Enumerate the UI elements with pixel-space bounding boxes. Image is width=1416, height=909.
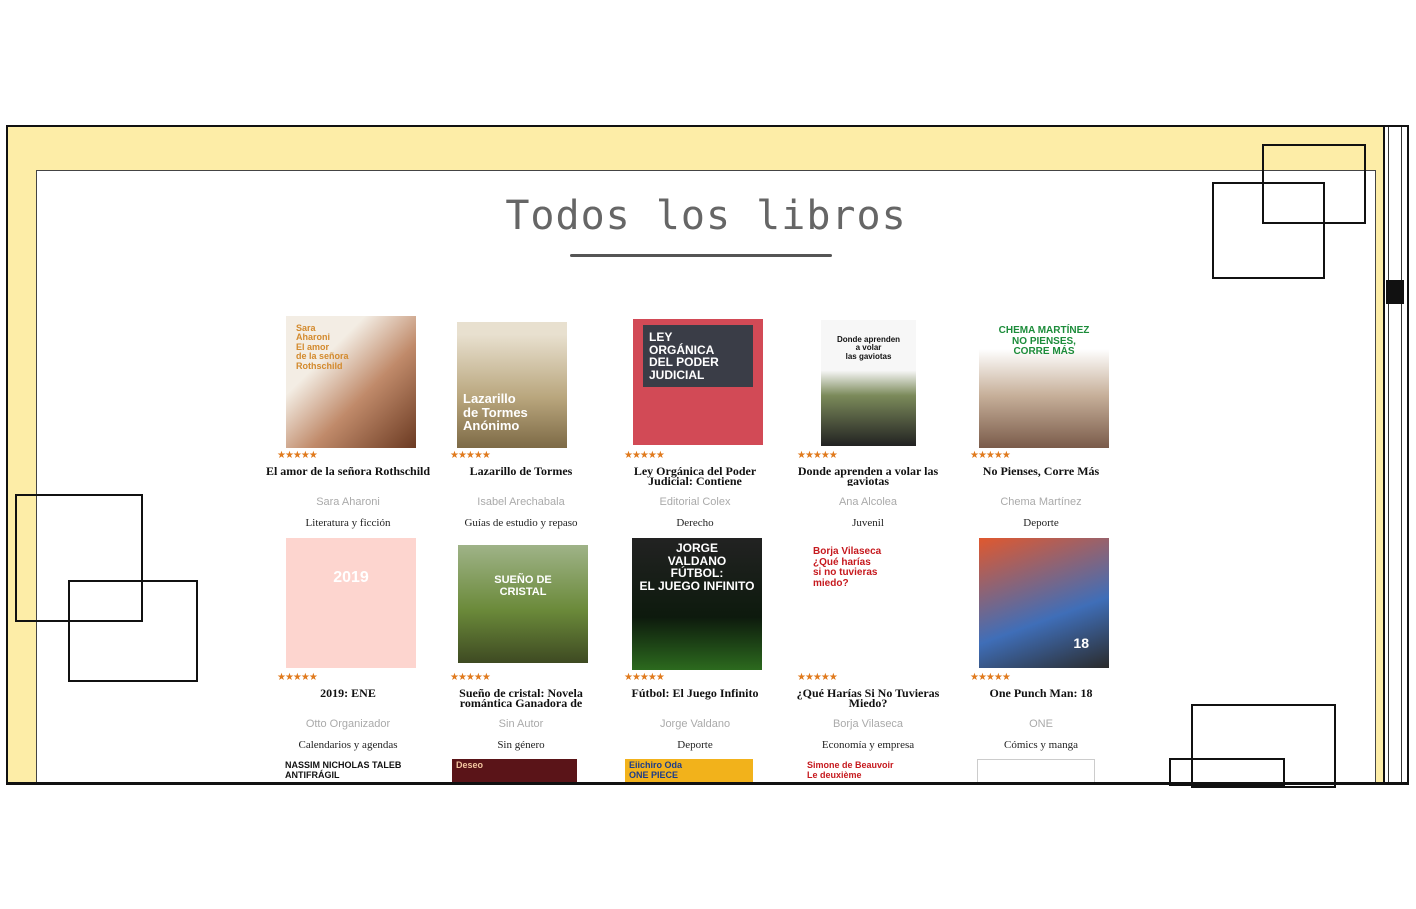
book-genre: Cómics y manga — [1004, 739, 1078, 751]
book-title[interactable]: Donde aprenden a volar las gaviotas — [785, 466, 951, 486]
rating-stars: ★★★★★ — [450, 450, 491, 461]
book-title[interactable]: El amor de la señora Rothschild — [265, 466, 431, 486]
book-title[interactable]: Sueño de cristal: Novela romántica Ganad… — [438, 688, 604, 708]
book-genre: Guías de estudio y repaso — [464, 517, 578, 529]
cover-text: Donde aprenden a volar las gaviotas — [836, 335, 901, 361]
book-author: Sara Aharoni — [316, 496, 380, 508]
book-genre: Literatura y ficción — [305, 517, 391, 529]
cover-text: 2019 — [333, 569, 369, 586]
book-title[interactable]: Ley Orgánica del Poder Judicial: Contien… — [612, 466, 778, 486]
book-author: Editorial Colex — [659, 496, 731, 508]
book-cover[interactable]: SUEÑO DE CRISTAL — [458, 545, 588, 663]
book-author: Borja Vilaseca — [832, 718, 904, 730]
book-title[interactable]: Lazarillo de Tormes — [438, 466, 604, 486]
book-card[interactable]: 2019 ★★★★★ 2019: ENE Otto Organizador Calend… — [265, 538, 431, 758]
book-cover-partial[interactable] — [977, 759, 1095, 782]
rating-stars: ★★★★★ — [970, 450, 1011, 461]
rating-stars: ★★★★★ — [797, 450, 838, 461]
cover-text: Sara Aharoni El amor de la señora Rothsc… — [296, 323, 349, 371]
book-genre: Calendarios y agendas — [298, 739, 398, 751]
book-card[interactable]: LEY ORGÁNICA DEL PODER JUDICIAL ★★★★★ Ley … — [612, 316, 778, 536]
cover-text: CHEMA MARTÍNEZ NO PIENSES, CORRE MÁS — [998, 325, 1090, 357]
book-genre: Juvenil — [852, 517, 884, 529]
cover-text: LEY ORGÁNICA DEL PODER JUDICIAL — [643, 325, 753, 387]
book-cover[interactable]: Sara Aharoni El amor de la señora Rothsc… — [286, 316, 416, 448]
book-title[interactable]: No Pienses, Corre Más — [958, 466, 1124, 486]
book-cover[interactable]: 2019 — [286, 538, 416, 668]
book-genre: Economía y empresa — [821, 739, 915, 751]
book-genre: Derecho — [676, 517, 714, 529]
cover-text: SUEÑO DE CRISTAL — [494, 574, 552, 598]
book-cover[interactable]: Donde aprenden a volar las gaviotas — [821, 320, 916, 446]
rating-stars: ★★★★★ — [277, 672, 318, 683]
cover-text: Lazarillo de Tormes Anónimo — [463, 391, 528, 434]
book-cover[interactable]: 18 — [979, 538, 1109, 668]
book-genre: Deporte — [677, 739, 713, 751]
decor-square — [1212, 182, 1325, 279]
rating-stars: ★★★★★ — [624, 672, 665, 683]
decor-square — [1169, 758, 1285, 786]
browser-frame: Todos los libros Sara Aharoni El amor de… — [6, 125, 1409, 785]
book-card[interactable]: Sara Aharoni El amor de la señora Rothsc… — [265, 316, 431, 536]
book-cover-partial[interactable]: Eiichiro Oda ONE PIECE — [625, 759, 753, 782]
book-cover[interactable]: Lazarillo de Tormes Anónimo — [457, 322, 567, 448]
book-genre: Deporte — [1023, 517, 1059, 529]
cover-text: 18 — [1073, 635, 1089, 651]
rating-stars: ★★★★★ — [797, 672, 838, 683]
book-card[interactable]: Lazarillo de Tormes Anónimo ★★★★★ Lazarill… — [438, 316, 604, 536]
book-author: Sin Autor — [498, 718, 544, 730]
book-card[interactable]: Borja Vilaseca ¿Qué harías si no tuviera… — [785, 538, 951, 758]
title-underline — [570, 254, 832, 257]
book-card[interactable]: JORGE VALDANO FÚTBOL: EL JUEGO INFINITO ★… — [612, 538, 778, 758]
rating-stars: ★★★★★ — [450, 672, 491, 683]
book-cover-partial[interactable]: Simone de Beauvoir Le deuxième — [803, 759, 933, 782]
book-cover[interactable]: LEY ORGÁNICA DEL PODER JUDICIAL — [633, 319, 763, 445]
scrollbar-track[interactable] — [1386, 127, 1404, 782]
book-cover[interactable]: CHEMA MARTÍNEZ NO PIENSES, CORRE MÁS — [979, 316, 1109, 448]
book-cover[interactable]: JORGE VALDANO FÚTBOL: EL JUEGO INFINITO — [632, 538, 762, 670]
book-author: Ana Alcolea — [838, 496, 898, 508]
book-title[interactable]: 2019: ENE — [265, 688, 431, 708]
book-card[interactable]: SUEÑO DE CRISTAL ★★★★★ Sueño de cristal: N… — [438, 538, 604, 758]
decor-square — [68, 580, 198, 682]
scrollbar-thumb[interactable] — [1386, 280, 1404, 304]
book-author: Isabel Arechabala — [477, 496, 565, 508]
scrollbar[interactable] — [1383, 127, 1407, 782]
book-title[interactable]: ¿Qué Harías Si No Tuvieras Miedo? — [785, 688, 951, 708]
cover-text: JORGE VALDANO FÚTBOL: EL JUEGO INFINITO — [639, 541, 755, 593]
books-page: Todos los libros Sara Aharoni El amor de… — [36, 170, 1376, 782]
book-card[interactable]: Donde aprenden a volar las gaviotas ★★★★★… — [785, 316, 951, 536]
page-title: Todos los libros — [505, 193, 907, 239]
cover-text: Borja Vilaseca ¿Qué harías si no tuviera… — [813, 546, 882, 589]
book-author: Chema Martínez — [1000, 496, 1082, 508]
book-genre: Sin género — [497, 739, 545, 751]
book-author: Jorge Valdano — [659, 718, 731, 730]
rating-stars: ★★★★★ — [277, 450, 318, 461]
book-title[interactable]: One Punch Man: 18 — [958, 688, 1124, 708]
book-title[interactable]: Fútbol: El Juego Infinito — [612, 688, 778, 708]
book-cover-partial[interactable]: NASSIM NICHOLAS TALEB ANTIFRÁGIL — [281, 759, 411, 782]
book-cover-partial[interactable]: Deseo — [452, 759, 577, 782]
book-author: ONE — [1029, 718, 1053, 730]
book-card[interactable]: CHEMA MARTÍNEZ NO PIENSES, CORRE MÁS ★★★★… — [958, 316, 1124, 536]
rating-stars: ★★★★★ — [970, 672, 1011, 683]
book-author: Otto Organizador — [305, 718, 391, 730]
book-card[interactable]: 18 ★★★★★ One Punch Man: 18 ONE Cómics y mang… — [958, 538, 1124, 758]
rating-stars: ★★★★★ — [624, 450, 665, 461]
book-cover[interactable]: Borja Vilaseca ¿Qué harías si no tuviera… — [805, 541, 935, 667]
